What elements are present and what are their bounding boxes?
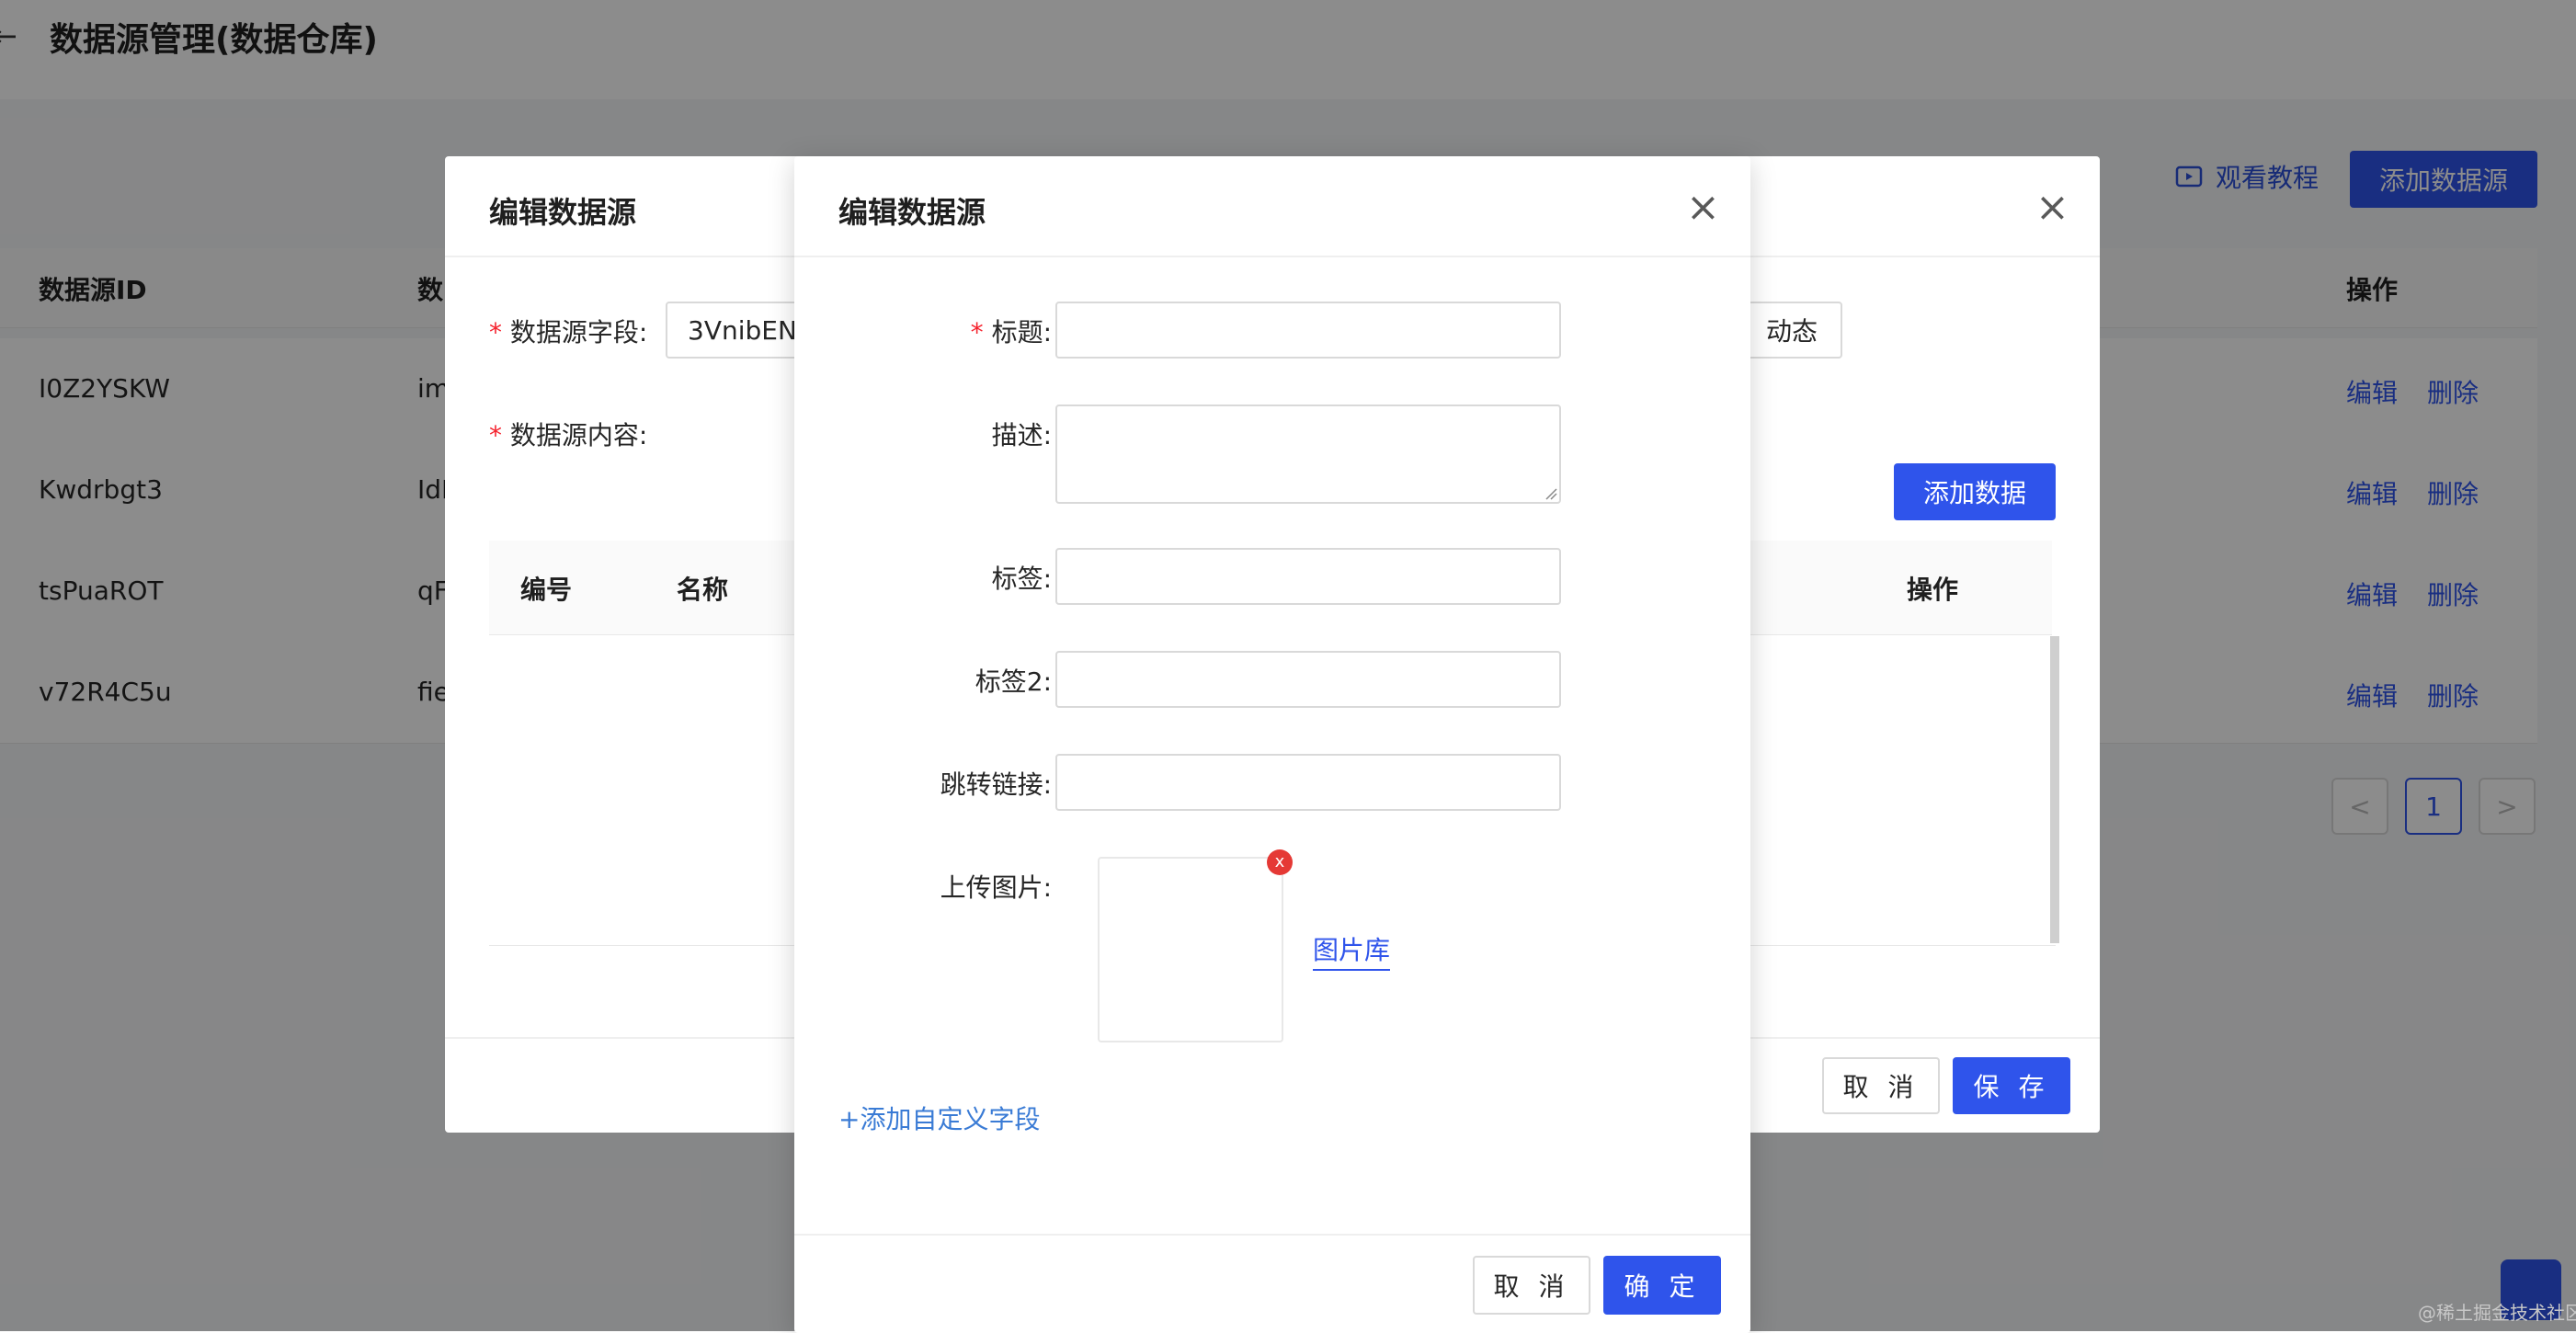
image-upload-slot[interactable] — [1098, 857, 1283, 1042]
content-table-scrollbar[interactable] — [2050, 636, 2059, 943]
outer-cancel-button[interactable]: 取 消 — [1822, 1057, 1940, 1114]
required-mark: * — [489, 420, 510, 450]
column-header-num: 编号 — [520, 575, 573, 605]
inner-confirm-button[interactable]: 确 定 — [1603, 1256, 1721, 1315]
required-mark: * — [970, 317, 992, 347]
column-header-ops: 操作 — [1907, 575, 1959, 605]
description-textarea[interactable] — [1055, 404, 1561, 504]
title-field-label-text: 标题: — [991, 317, 1052, 347]
add-data-button[interactable]: 添加数据 — [1894, 463, 2056, 520]
add-custom-field-link[interactable]: +添加自定义字段 — [838, 1099, 1040, 1136]
tag-input[interactable] — [1055, 548, 1561, 605]
inner-cancel-button[interactable]: 取 消 — [1473, 1256, 1590, 1315]
image-gallery-link[interactable]: 图片库 — [1313, 930, 1391, 971]
description-field-label: 描述: — [991, 420, 1052, 450]
divider — [794, 256, 1750, 257]
title-input[interactable] — [1055, 302, 1561, 359]
link-input[interactable] — [1055, 754, 1561, 811]
inner-edit-dialog: 编辑数据源 × * 标题: 描述: 标签: 标签2: 跳转链接: 上传图片: x… — [794, 156, 1750, 1333]
datasource-field-label-text: 数据源字段: — [509, 317, 648, 347]
inner-dialog-title: 编辑数据源 — [838, 195, 986, 230]
outer-save-button[interactable]: 保 存 — [1953, 1057, 2070, 1114]
datasource-content-label-text: 数据源内容: — [509, 420, 648, 450]
required-mark: * — [489, 317, 510, 347]
tag-field-label: 标签: — [991, 564, 1052, 594]
tag2-input[interactable] — [1055, 651, 1561, 708]
tag2-field-label: 标签2: — [975, 666, 1052, 697]
upload-image-label: 上传图片: — [940, 872, 1052, 903]
link-field-label: 跳转链接: — [940, 769, 1052, 800]
outer-close-icon[interactable]: × — [2035, 188, 2069, 228]
title-field-label: * 标题: — [794, 313, 1052, 349]
dynamic-button[interactable]: 动态 — [1741, 302, 1842, 359]
watermark: @稀土掘金技术社区 — [2418, 1302, 2576, 1324]
remove-image-icon[interactable]: x — [1267, 849, 1293, 875]
datasource-field-label: * 数据源字段: — [489, 313, 647, 349]
column-header-name: 名称 — [677, 575, 729, 605]
inner-close-icon[interactable]: × — [1686, 188, 1720, 228]
divider — [794, 1234, 1750, 1236]
datasource-content-label: * 数据源内容: — [489, 416, 647, 452]
resize-handle-icon[interactable] — [1544, 487, 1557, 500]
outer-dialog-title: 编辑数据源 — [489, 195, 637, 230]
